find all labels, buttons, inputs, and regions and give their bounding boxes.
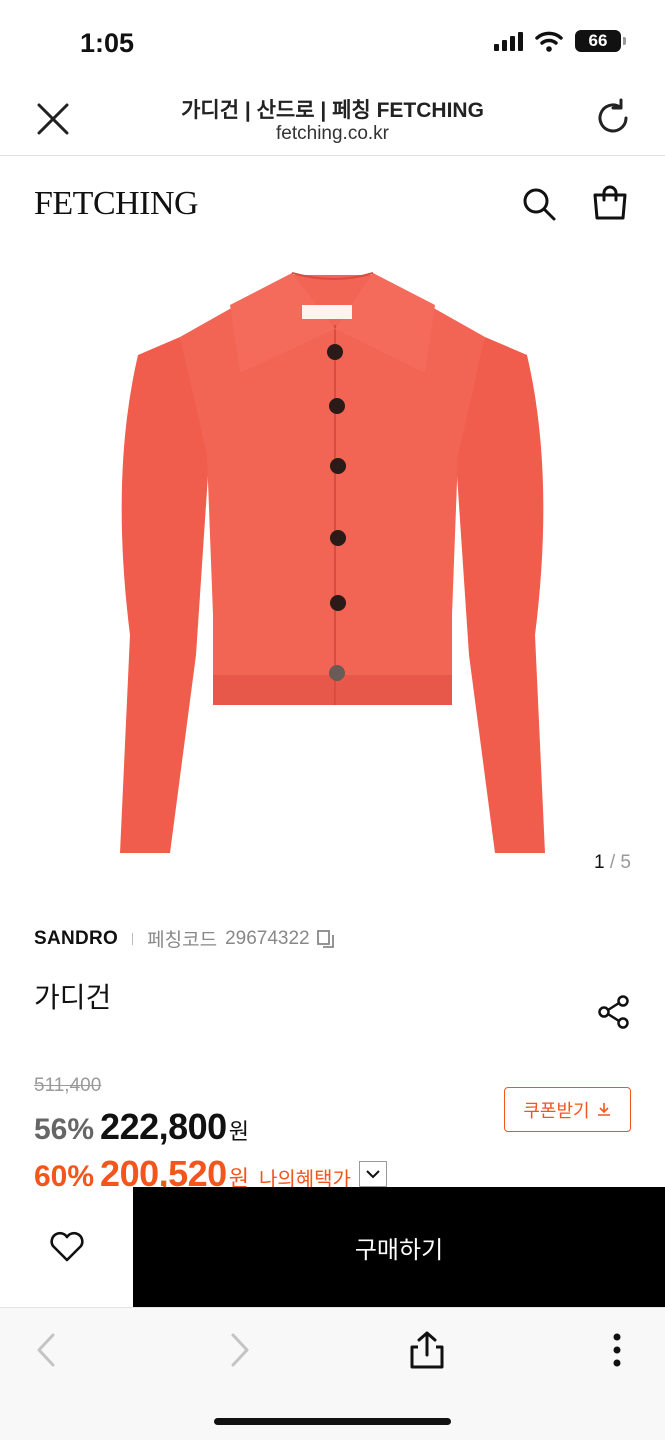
browser-bar: 가디건 | 산드로 | 페칭 FETCHING fetching.co.kr	[0, 80, 665, 156]
currency-unit: 원	[228, 1119, 249, 1144]
site-logo[interactable]: FETCHING	[34, 185, 199, 223]
signal-icon	[494, 31, 523, 51]
coupon-label: 쿠폰받기	[523, 1100, 590, 1121]
buy-button[interactable]: 구매하기	[133, 1187, 665, 1307]
image-counter-current: 1	[594, 852, 605, 873]
image-counter: 1 / 5	[594, 852, 631, 874]
home-indicator	[214, 1418, 451, 1425]
wishlist-button[interactable]	[0, 1187, 133, 1307]
share-page-button[interactable]	[405, 1328, 449, 1372]
sale-price: 222,800	[100, 1106, 227, 1147]
bag-icon	[593, 185, 627, 220]
cardigan-image	[120, 272, 545, 853]
image-counter-total: 5	[620, 852, 631, 873]
share-icon	[598, 995, 629, 1029]
back-button[interactable]	[24, 1328, 68, 1372]
status-icons: 66	[494, 30, 626, 52]
share-upload-icon	[410, 1331, 444, 1369]
status-time: 1:05	[80, 28, 135, 58]
product-code-label: 페칭코드	[147, 930, 218, 951]
site-header: FETCHING	[0, 157, 665, 249]
product-name: 가디건	[34, 982, 112, 1013]
action-bar: 구매하기	[0, 1187, 665, 1307]
image-counter-separator: /	[604, 852, 621, 873]
download-icon	[597, 1102, 610, 1116]
status-bar: 1:05 66	[0, 0, 665, 80]
sale-price-row: 56% 222,800 원	[34, 1106, 249, 1148]
brand-row: SANDRO 페칭코드 29674322	[34, 925, 336, 952]
wifi-icon	[535, 31, 563, 52]
coupon-button[interactable]: 쿠폰받기	[504, 1087, 631, 1132]
product-code: 29674322	[225, 927, 310, 949]
reload-icon	[598, 98, 628, 133]
search-icon	[523, 188, 556, 221]
brand-name[interactable]: SANDRO	[34, 928, 118, 950]
product-image[interactable]	[80, 255, 585, 865]
share-button[interactable]	[596, 994, 632, 1030]
more-button[interactable]	[595, 1328, 639, 1372]
browser-toolbar	[0, 1307, 665, 1440]
search-button[interactable]	[520, 185, 558, 223]
divider	[132, 932, 134, 945]
heart-icon	[49, 1231, 84, 1262]
more-icon	[613, 1333, 621, 1367]
page-url[interactable]: fetching.co.kr	[0, 123, 665, 145]
chevron-down-icon	[366, 1170, 380, 1179]
benefit-toggle-button[interactable]	[358, 1161, 387, 1187]
forward-icon	[231, 1333, 249, 1367]
discount-rate: 56%	[34, 1113, 95, 1146]
original-price: 511,400	[34, 1075, 102, 1096]
copy-icon[interactable]	[316, 929, 336, 949]
forward-button[interactable]	[218, 1328, 262, 1372]
back-icon	[37, 1333, 55, 1367]
battery-indicator: 66	[575, 30, 626, 52]
reload-button[interactable]	[593, 98, 633, 138]
bag-button[interactable]	[590, 183, 630, 223]
page-title: 가디건 | 산드로 | 페칭 FETCHING	[181, 99, 484, 122]
